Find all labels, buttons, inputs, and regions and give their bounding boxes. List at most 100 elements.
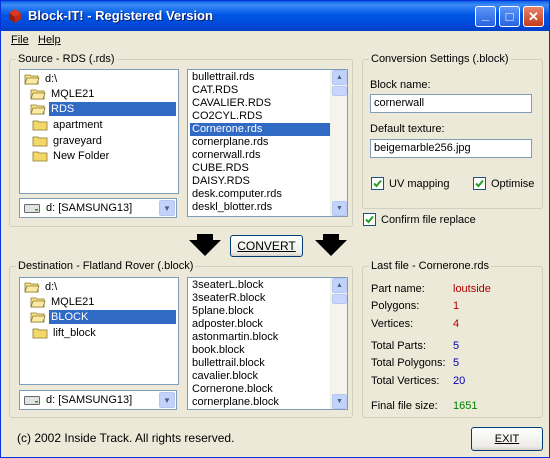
source-file-item-selected[interactable]: Cornerone.rds: [190, 123, 331, 136]
scroll-up-icon[interactable]: ▲: [332, 70, 347, 85]
menu-file[interactable]: File: [11, 34, 29, 46]
destination-tree-item[interactable]: d:\: [24, 280, 59, 294]
scroll-up-icon[interactable]: ▲: [332, 278, 347, 293]
destination-tree-item[interactable]: lift_block: [32, 326, 98, 340]
destination-file-scrollbar[interactable]: ▲ ▼: [330, 278, 347, 409]
source-drive-select[interactable]: d: [SAMSUNG13] ▼: [19, 198, 177, 218]
source-tree-label: graveyard: [53, 135, 102, 147]
destination-file-item[interactable]: adposter.block: [190, 318, 331, 331]
exit-button-label: EXIT: [494, 433, 520, 445]
source-file-item[interactable]: DAISY.RDS: [190, 175, 331, 188]
open-folder-icon: [24, 74, 40, 85]
source-file-item[interactable]: CO2CYL.RDS: [190, 110, 331, 123]
app-logo-icon: [9, 9, 21, 23]
scroll-down-icon[interactable]: ▼: [332, 394, 347, 409]
total-polygons-label: Total Polygons:: [371, 357, 446, 369]
source-tree-item[interactable]: MQLE21: [30, 87, 96, 101]
source-tree-label: New Folder: [53, 150, 110, 162]
minimize-button[interactable]: _: [475, 6, 496, 27]
scroll-thumb[interactable]: [332, 294, 347, 304]
title-bar[interactable]: Block-IT! - Registered Version _ □ ✕: [1, 1, 549, 31]
polygons-label: Polygons:: [371, 300, 420, 312]
source-tree-label: apartment: [53, 119, 103, 131]
destination-file-item[interactable]: 3seaterL.block: [190, 279, 331, 292]
source-tree-item[interactable]: apartment: [32, 118, 105, 132]
folder-icon: [32, 136, 48, 147]
close-icon: ✕: [528, 9, 539, 24]
block-name-value: cornerwall: [374, 97, 425, 109]
last-file-label: Last file - Cornerone.rds: [369, 260, 491, 272]
destination-file-item[interactable]: cornerplane.block: [190, 396, 331, 409]
convert-button[interactable]: CONVERT: [230, 235, 303, 257]
destination-file-item[interactable]: cavalier.block: [190, 370, 331, 383]
destination-folder-tree[interactable]: d:\ MQLE21 BLOCK lift_block: [19, 277, 179, 385]
polygons-value: 1: [453, 300, 460, 312]
folder-icon: [32, 120, 48, 131]
uv-mapping-label: UV mapping: [389, 177, 450, 190]
destination-file-item[interactable]: bullettrail.block: [190, 357, 331, 370]
total-vertices-label: Total Vertices:: [371, 375, 440, 387]
open-folder-icon: [30, 104, 46, 115]
source-tree-label: d:\: [45, 73, 58, 85]
scroll-down-icon[interactable]: ▼: [332, 201, 347, 216]
source-file-item[interactable]: deskl_blotter.rds: [190, 201, 331, 214]
source-file-item[interactable]: bullettrail.rds: [190, 71, 331, 84]
destination-file-item[interactable]: astonmartin.block: [190, 331, 331, 344]
destination-tree-item[interactable]: MQLE21: [30, 295, 96, 309]
source-tree-item[interactable]: d:\: [24, 72, 59, 86]
destination-file-item[interactable]: 5plane.block: [190, 305, 331, 318]
convert-button-label: CONVERT: [237, 239, 296, 253]
source-file-list[interactable]: bullettrail.rds CAT.RDS CAVALIER.RDS CO2CYL…: [187, 69, 348, 217]
menu-file-label: File: [11, 34, 29, 46]
destination-tree-label: lift_block: [53, 327, 96, 339]
destination-drive-value: d: [SAMSUNG13]: [46, 394, 133, 406]
chevron-down-icon[interactable]: ▼: [159, 392, 175, 408]
destination-tree-label: MQLE21: [51, 296, 95, 308]
maximize-button[interactable]: □: [499, 6, 520, 27]
scroll-thumb[interactable]: [332, 86, 347, 96]
menu-help-label: Help: [38, 34, 61, 46]
source-file-item[interactable]: CUBE.RDS: [190, 162, 331, 175]
destination-file-item[interactable]: Cornerone.block: [190, 383, 331, 396]
destination-group-label: Destination - Flatland Rover (.block): [16, 260, 196, 272]
source-file-item[interactable]: CAVALIER.RDS: [190, 97, 331, 110]
source-file-item[interactable]: CAT.RDS: [190, 84, 331, 97]
source-tree-item[interactable]: New Folder: [32, 149, 111, 163]
default-texture-input[interactable]: beigemarble256.jpg: [370, 139, 532, 158]
minimize-icon: _: [481, 6, 490, 22]
block-name-input[interactable]: cornerwall: [370, 94, 532, 113]
confirm-replace-label: Confirm file replace: [381, 213, 476, 226]
default-texture-label: Default texture:: [370, 123, 445, 135]
down-arrow-icon: [315, 234, 347, 256]
open-folder-icon: [24, 282, 40, 293]
source-file-item[interactable]: cornerplane.rds: [190, 136, 331, 149]
source-file-item[interactable]: desk.computer.rds: [190, 188, 331, 201]
source-tree-item-selected[interactable]: RDS: [30, 102, 176, 116]
part-name-value: loutside: [453, 283, 491, 295]
total-parts-value: 5: [453, 340, 460, 352]
destination-file-item[interactable]: book.block: [190, 344, 331, 357]
vertices-value: 4: [453, 318, 460, 330]
confirm-replace-checkbox[interactable]: Confirm file replace: [363, 213, 476, 226]
checkmark-icon: [371, 177, 384, 190]
vertices-label: Vertices:: [371, 318, 414, 330]
chevron-down-icon[interactable]: ▼: [159, 200, 175, 216]
close-button[interactable]: ✕: [523, 6, 544, 27]
destination-tree-item-selected[interactable]: BLOCK: [30, 310, 176, 324]
uv-mapping-checkbox[interactable]: UV mapping: [371, 177, 450, 190]
source-folder-tree[interactable]: d:\ MQLE21 RDS apartment graveyard New F…: [19, 69, 179, 194]
destination-drive-select[interactable]: d: [SAMSUNG13] ▼: [19, 390, 177, 410]
default-texture-value: beigemarble256.jpg: [374, 142, 471, 154]
menu-help[interactable]: Help: [38, 34, 61, 46]
exit-button[interactable]: EXIT: [471, 427, 543, 451]
block-name-label: Block name:: [370, 79, 431, 91]
checkmark-icon: [473, 177, 486, 190]
destination-file-item[interactable]: 3seaterR.block: [190, 292, 331, 305]
total-polygons-value: 5: [453, 357, 460, 369]
total-vertices-value: 20: [453, 375, 466, 387]
source-file-scrollbar[interactable]: ▲ ▼: [330, 70, 347, 216]
destination-file-list[interactable]: 3seaterL.block 3seaterR.block 5plane.block…: [187, 277, 348, 410]
source-tree-item[interactable]: graveyard: [32, 134, 104, 148]
optimise-checkbox[interactable]: Optimise: [473, 177, 534, 190]
source-file-item[interactable]: cornerwall.rds: [190, 149, 331, 162]
